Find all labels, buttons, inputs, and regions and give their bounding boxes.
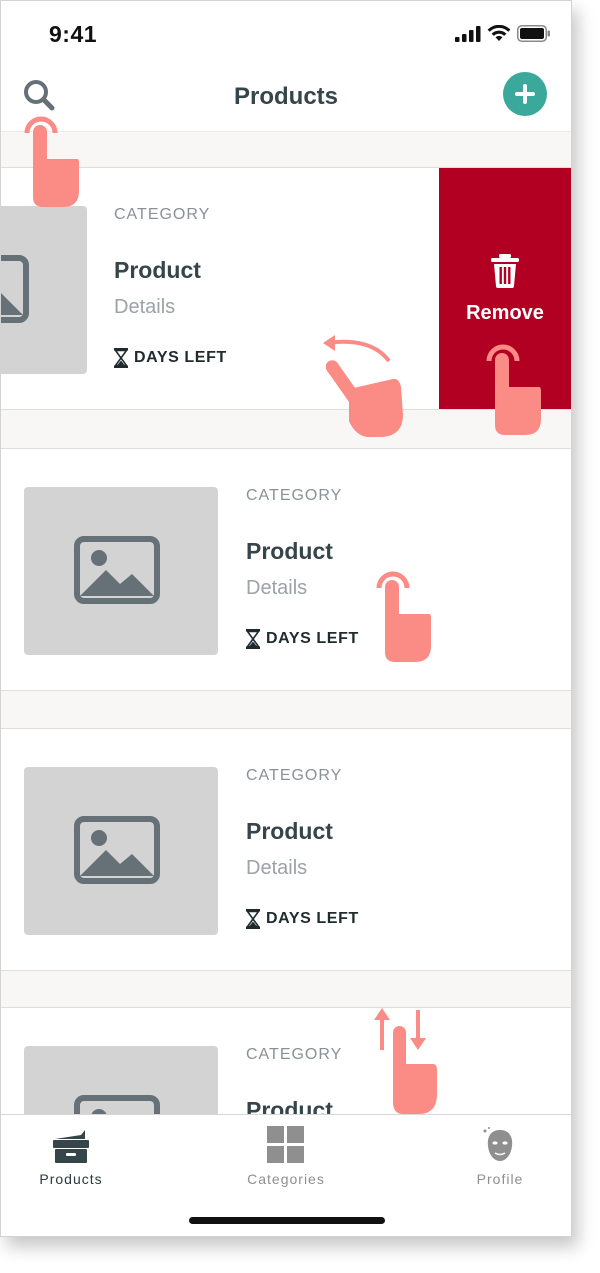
battery-icon: [517, 25, 550, 42]
image-placeholder-icon: [74, 816, 160, 884]
days-left-label: DAYS LEFT: [134, 349, 227, 366]
tab-categories[interactable]: Categories: [211, 1125, 361, 1187]
hourglass-icon: [246, 909, 260, 929]
product-image: [24, 487, 218, 655]
product-details: Details: [246, 577, 308, 599]
days-left-label: DAYS LEFT: [266, 910, 359, 927]
status-icons: [455, 25, 551, 42]
scroll-hand-icon: [374, 1008, 437, 1114]
tab-label: Products: [39, 1171, 103, 1187]
product-card-3[interactable]: CATEGORY Product Details DAYS LEFT: [1, 728, 571, 971]
tab-bar: Products Categories Profile: [1, 1114, 571, 1236]
product-name: Product: [114, 257, 201, 283]
days-left: DAYS LEFT: [114, 348, 227, 368]
hourglass-icon: [246, 629, 260, 649]
product-list[interactable]: CATEGORY Product Details DAYS LEFT Remov…: [1, 131, 571, 1209]
status-bar: 9:41: [1, 1, 571, 69]
products-box-icon: [53, 1130, 89, 1163]
product-category: CATEGORY: [246, 1046, 343, 1063]
image-placeholder-icon: [1, 255, 29, 323]
product-details: Details: [114, 296, 176, 318]
status-time: 9:41: [49, 21, 98, 47]
hourglass-icon: [114, 348, 128, 368]
grid-icon: [267, 1126, 304, 1163]
days-left: DAYS LEFT: [246, 909, 359, 929]
signal-icon: [455, 25, 481, 42]
days-left: DAYS LEFT: [246, 629, 359, 649]
product-category: CATEGORY: [114, 206, 211, 223]
product-image: [24, 767, 218, 935]
product-name: Product: [246, 818, 333, 844]
phone-screen: 9:41 Products CATEGORY Product Details D…: [0, 0, 572, 1237]
tap-hand-icon: [24, 116, 79, 207]
product-category: CATEGORY: [246, 487, 343, 504]
product-category: CATEGORY: [246, 767, 343, 784]
image-placeholder-icon: [74, 536, 160, 604]
remove-label: Remove: [466, 302, 544, 324]
page-title: Products: [233, 83, 338, 110]
tab-profile[interactable]: Profile: [425, 1125, 571, 1187]
face-mask-icon: [483, 1127, 513, 1161]
product-name: Product: [246, 538, 333, 564]
tap-hand-icon: [376, 571, 431, 662]
trash-icon: [491, 254, 519, 288]
product-image: [1, 206, 87, 374]
tap-hand-icon: [486, 344, 541, 435]
tab-label: Profile: [476, 1171, 524, 1187]
nav-header: Products: [1, 69, 571, 131]
wifi-icon: [487, 25, 511, 41]
swipe-hand-icon: [323, 335, 403, 437]
product-card-2[interactable]: CATEGORY Product Details DAYS LEFT: [1, 448, 571, 691]
product-details: Details: [246, 857, 308, 879]
add-product-button[interactable]: [503, 72, 547, 116]
home-indicator: [189, 1217, 385, 1224]
tab-products[interactable]: Products: [1, 1125, 146, 1187]
tab-label: Categories: [247, 1171, 325, 1187]
days-left-label: DAYS LEFT: [266, 630, 359, 647]
